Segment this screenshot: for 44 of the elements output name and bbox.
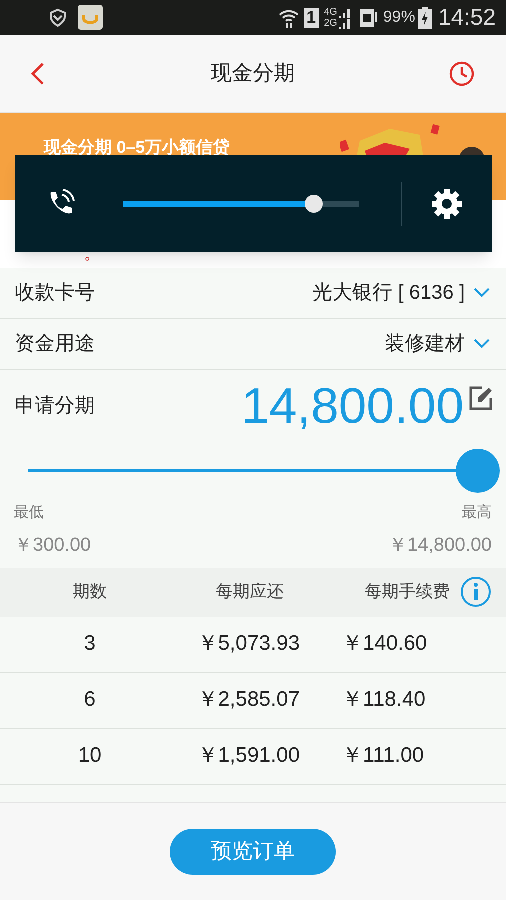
network-type: 4G xyxy=(324,6,338,18)
column-header: 期数 xyxy=(72,581,108,604)
network-type: 2G xyxy=(324,18,338,28)
field-value: 光大银行 [ 6136 ] xyxy=(312,281,465,306)
column-header: 每期应还 xyxy=(215,581,285,604)
back-icon[interactable] xyxy=(30,62,46,86)
page-title: 现金分期 xyxy=(210,60,296,87)
signal-icon xyxy=(337,6,352,28)
field-value: 装修建材 xyxy=(385,332,465,357)
clock-icon[interactable] xyxy=(448,60,476,88)
table-cell-text: ￥2,585.07 xyxy=(196,687,301,714)
table-cell-text: ￥140.60 xyxy=(341,631,428,658)
table-cell-text: ￥118.40 xyxy=(341,687,427,714)
table-cell-text: 6 xyxy=(83,687,97,714)
min-label: 最低 xyxy=(14,503,44,523)
table-cell-text: ￥1,591.00 xyxy=(196,743,301,770)
settings-icon[interactable] xyxy=(430,186,464,220)
amount-value: 14,800.00 xyxy=(242,376,464,436)
field-label: 收款卡号 xyxy=(15,281,95,306)
shield-icon xyxy=(48,8,68,28)
field-label: 申请分期 xyxy=(15,394,95,419)
info-icon[interactable] xyxy=(460,576,492,608)
clock: 14:52 xyxy=(438,3,496,32)
min-amount: ￥300.00 xyxy=(14,534,92,558)
table-cell-text: ￥5,073.93 xyxy=(196,631,301,658)
chevron-down-icon xyxy=(473,287,491,299)
volume-slider-thumb[interactable] xyxy=(305,194,324,212)
sim-number: 1 xyxy=(304,8,320,28)
field-label: 资金用途 xyxy=(15,332,95,357)
max-label: 最高 xyxy=(462,503,492,523)
table-cell-text: 3 xyxy=(83,631,97,658)
chevron-down-icon xyxy=(473,338,491,350)
sim-card-icon xyxy=(359,8,378,28)
slider-thumb[interactable] xyxy=(456,449,500,493)
banner-text: 现金分期 0–5万小额信贷 xyxy=(44,137,230,159)
notice-text: 。 xyxy=(84,242,101,264)
column-header: 每期手续费 xyxy=(365,581,450,604)
table-cell-text: 10 xyxy=(77,743,103,770)
table-cell-text: ￥111.00 xyxy=(341,743,426,770)
battery-charging-icon xyxy=(418,6,432,28)
battery-percent: 99% xyxy=(383,8,416,28)
edit-icon[interactable] xyxy=(468,386,494,412)
app-icon xyxy=(78,5,103,30)
max-amount: ￥14,800.00 xyxy=(388,534,492,558)
